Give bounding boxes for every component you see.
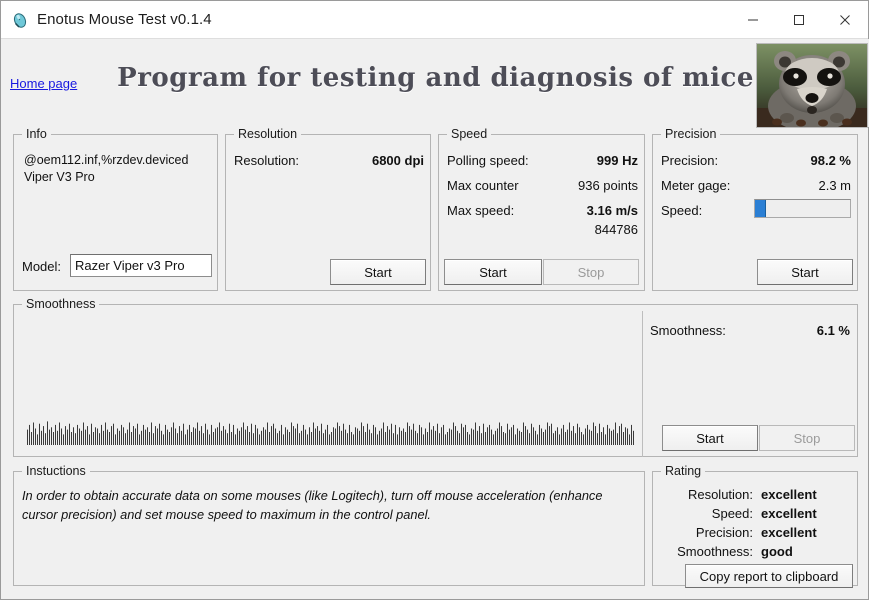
- copy-report-button[interactable]: Copy report to clipboard: [685, 564, 853, 588]
- precision-value: 98.2 %: [810, 153, 851, 168]
- max-counter-value: 936 points: [578, 178, 638, 193]
- smoothness-row: Smoothness: 6.1 %: [650, 323, 850, 338]
- minimize-button[interactable]: [730, 1, 776, 38]
- smoothness-label: Smoothness:: [650, 323, 726, 338]
- info-legend: Info: [22, 127, 51, 141]
- rating-legend: Rating: [661, 464, 706, 478]
- rating-item-smoothness: Smoothness: good: [657, 544, 793, 559]
- smoothness-stop-button: Stop: [759, 425, 855, 451]
- max-speed-label: Max speed:: [447, 203, 515, 218]
- speed-start-button[interactable]: Start: [444, 259, 542, 285]
- rating-value: excellent: [761, 487, 817, 502]
- rating-label: Precision:: [695, 525, 753, 540]
- rating-label: Speed:: [711, 506, 753, 521]
- precision-legend: Precision: [661, 127, 721, 141]
- rating-item-resolution: Resolution: excellent: [657, 487, 817, 502]
- rating-item-speed: Speed: excellent: [657, 506, 817, 521]
- meter-gage-label: Meter gage:: [661, 178, 731, 193]
- precision-row: Precision: 98.2 %: [661, 153, 851, 168]
- instructions-group: Instuctions In order to obtain accurate …: [13, 464, 645, 586]
- resolution-group: Resolution Resolution: 6800 dpi Start: [225, 127, 431, 291]
- max-counter-label: Max counter: [447, 178, 519, 193]
- resolution-row: Resolution: 6800 dpi: [234, 153, 424, 168]
- max-speed-value: 3.16 m/s: [586, 203, 638, 218]
- resolution-start-button[interactable]: Start: [330, 259, 426, 285]
- window-title: Enotus Mouse Test v0.1.4: [37, 11, 212, 28]
- max-speed-row: Max speed: 3.16 m/s: [447, 203, 638, 218]
- precision-group: Precision Precision: 98.2 % Meter gage: …: [652, 127, 858, 291]
- banner-title: Program for testing and diagnosis of mic…: [117, 63, 754, 93]
- instructions-text: In order to obtain accurate data on some…: [22, 488, 603, 522]
- max-speed-raw-row: 844786: [447, 222, 638, 237]
- max-speed-raw-value: 844786: [594, 222, 638, 237]
- model-input[interactable]: Razer Viper v3 Pro: [70, 254, 212, 277]
- speed-stop-button: Stop: [543, 259, 639, 285]
- progress-fill: [755, 200, 766, 217]
- speed-group: Speed Polling speed: 999 Hz Max counter …: [438, 127, 645, 291]
- precision-start-button[interactable]: Start: [757, 259, 853, 285]
- resolution-value: 6800 dpi: [371, 153, 424, 168]
- resolution-legend: Resolution: [234, 127, 302, 141]
- resolution-label: Resolution:: [234, 153, 300, 168]
- polling-speed-label: Polling speed:: [447, 153, 529, 168]
- rating-label: Smoothness:: [677, 544, 753, 559]
- smoothness-start-button[interactable]: Start: [662, 425, 758, 451]
- app-window: Enotus Mouse Test v0.1.4 Home page Progr…: [0, 0, 869, 600]
- meter-gage-value: 2.3 m: [818, 178, 851, 193]
- max-counter-row: Max counter 936 points: [447, 178, 638, 193]
- smoothness-value: 6.1 %: [816, 323, 850, 338]
- header-band: Home page Program for testing and diagno…: [2, 39, 869, 128]
- mouse-icon: [11, 11, 29, 29]
- rating-group: Rating Resolution: excellent Speed: excell…: [652, 464, 858, 588]
- info-group: Info @oem112.inf,%rzdev.deviced Viper V3…: [13, 127, 218, 291]
- device-info-text: @oem112.inf,%rzdev.deviced Viper V3 Pro: [24, 153, 189, 184]
- maximize-button[interactable]: [776, 1, 822, 38]
- speed-legend: Speed: [447, 127, 492, 141]
- rating-label: Resolution:: [687, 487, 753, 502]
- rating-value: good: [761, 544, 793, 559]
- model-label: Model:: [22, 259, 62, 274]
- smoothness-graph: [17, 311, 641, 455]
- polling-speed-row: Polling speed: 999 Hz: [447, 153, 638, 168]
- precision-speed-label: Speed:: [661, 203, 703, 218]
- precision-speed-progressbar: [754, 199, 851, 218]
- raccoon-photo: [756, 43, 868, 128]
- window-controls: [730, 1, 868, 38]
- meter-gage-row: Meter gage: 2.3 m: [661, 178, 851, 193]
- rating-value: excellent: [761, 525, 817, 540]
- precision-label: Precision:: [661, 153, 719, 168]
- smoothness-legend: Smoothness: [22, 297, 100, 311]
- smoothness-group: Smoothness Smoothness: 6.1 % Start Stop: [13, 297, 858, 457]
- rating-item-precision: Precision: excellent: [657, 525, 817, 540]
- polling-speed-value: 999 Hz: [596, 153, 638, 168]
- instructions-legend: Instuctions: [22, 464, 90, 478]
- rating-value: excellent: [761, 506, 817, 521]
- smoothness-divider: [642, 311, 643, 457]
- title-bar: Enotus Mouse Test v0.1.4: [1, 1, 868, 39]
- close-button[interactable]: [822, 1, 868, 38]
